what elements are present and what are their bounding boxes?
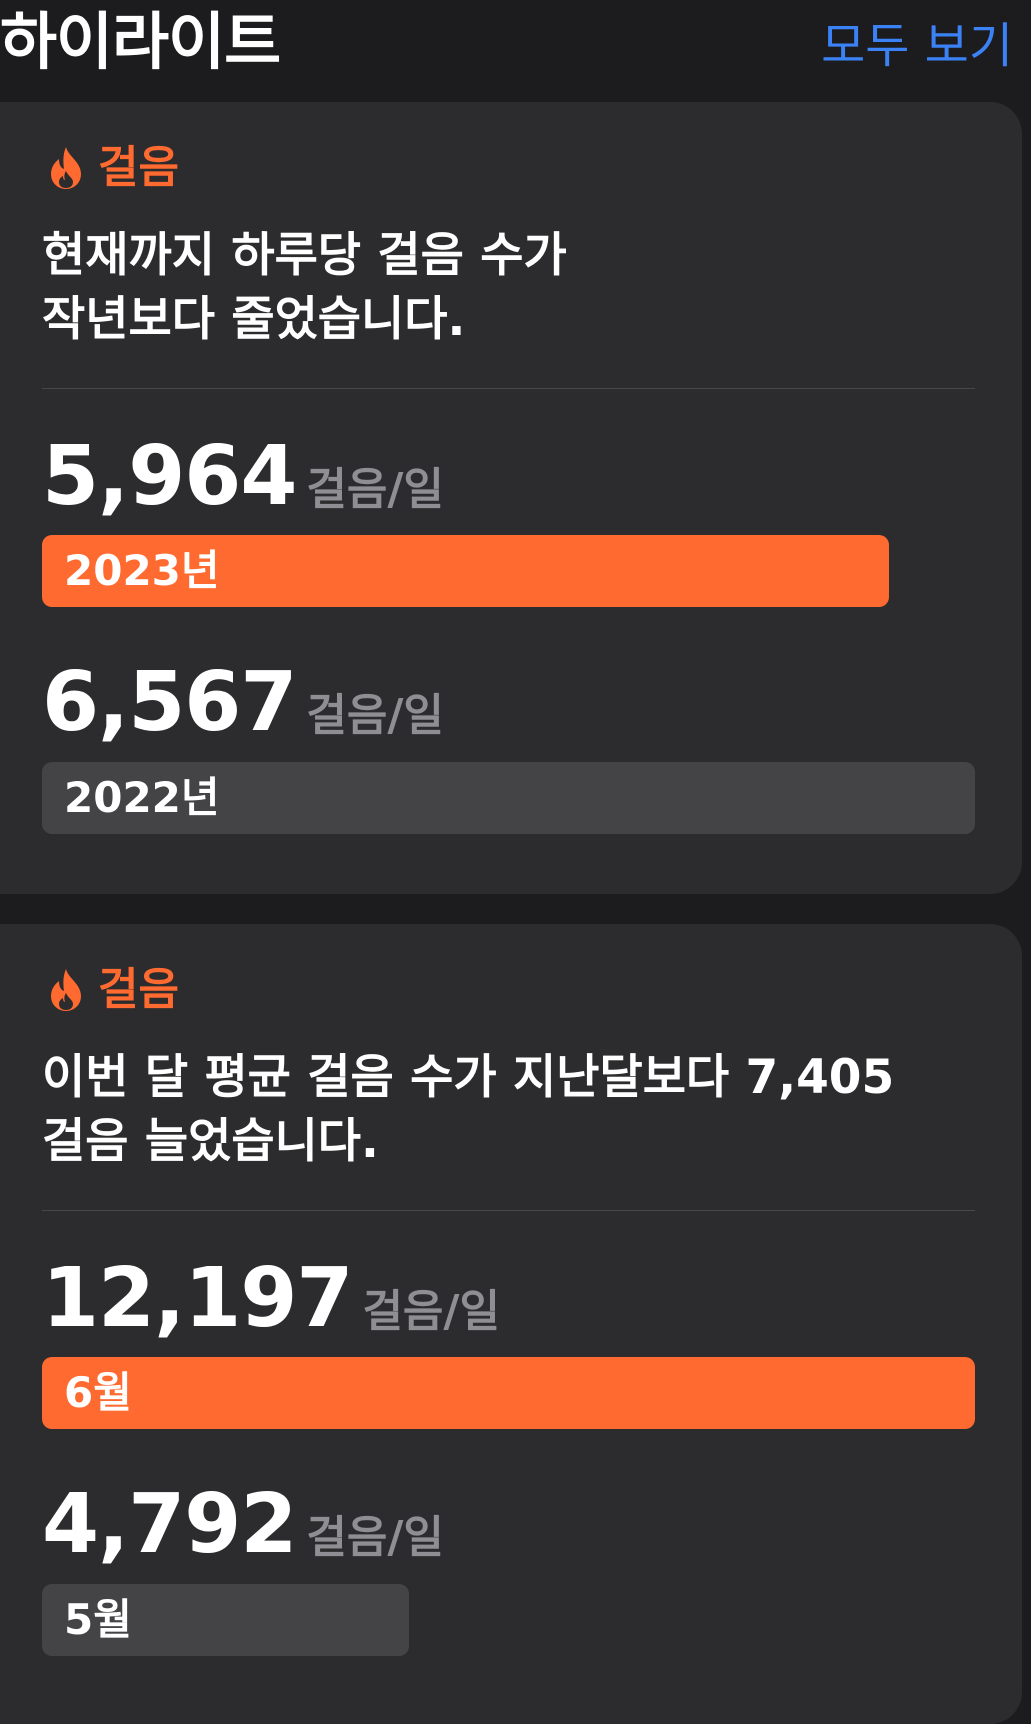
previous-stat-value: 4,792 [42,1477,297,1572]
current-stat: 12,197 걸음/일 [42,1254,500,1344]
divider [42,1210,975,1211]
current-bar: 6월 [42,1357,975,1429]
previous-stat-unit: 걸음/일 [306,1512,444,1563]
previous-stat: 4,792 걸음/일 [42,1480,444,1570]
card-category: 걸음 [48,140,179,196]
previous-stat-value: 6,567 [42,655,297,750]
previous-bar-label: 2022년 [64,773,220,822]
current-stat: 5,964 걸음/일 [42,432,444,522]
previous-bar-label: 5월 [64,1595,132,1644]
divider [42,388,975,389]
current-stat-value: 5,964 [42,429,297,524]
current-stat-unit: 걸음/일 [362,1286,500,1337]
previous-stat: 6,567 걸음/일 [42,658,444,748]
previous-bar: 5월 [42,1584,409,1656]
card-category: 걸음 [48,962,179,1018]
category-label: 걸음 [98,964,179,1015]
highlight-card[interactable]: 걸음 현재까지 하루당 걸음 수가 작년보다 줄었습니다. 5,964 걸음/일… [0,102,1022,894]
highlights-header: 하이라이트 모두 보기 [0,0,1031,88]
flame-icon [51,969,81,1011]
current-bar: 2023년 [42,535,889,607]
flame-icon [51,147,81,189]
page-title: 하이라이트 [0,5,281,78]
see-all-link[interactable]: 모두 보기 [821,16,1013,76]
current-stat-value: 12,197 [42,1251,353,1346]
highlight-card[interactable]: 걸음 이번 달 평균 걸음 수가 지난달보다 7,405 걸음 늘었습니다. 1… [0,924,1022,1724]
previous-stat-unit: 걸음/일 [306,690,444,741]
current-bar-label: 2023년 [64,546,220,595]
current-stat-unit: 걸음/일 [306,464,444,515]
previous-bar: 2022년 [42,762,975,834]
category-label: 걸음 [98,142,179,193]
current-bar-label: 6월 [64,1368,132,1417]
highlight-message: 이번 달 평균 걸음 수가 지난달보다 7,405 걸음 늘었습니다. [42,1050,895,1169]
highlight-message: 현재까지 하루당 걸음 수가 작년보다 줄었습니다. [42,228,567,347]
